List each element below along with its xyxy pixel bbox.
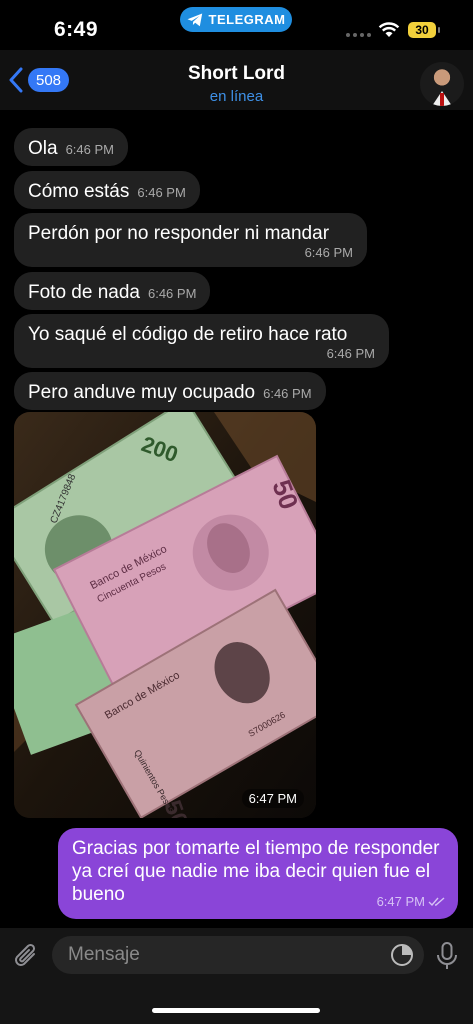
- double-check-icon: [428, 896, 445, 906]
- status-time: 6:49: [54, 18, 99, 41]
- telegram-icon: [187, 13, 202, 26]
- message-time: 6:46 PM: [304, 245, 353, 260]
- message-text: Pero anduve muy ocupado: [28, 382, 256, 403]
- incoming-message[interactable]: Cómo estás 6:46 PM: [14, 171, 200, 209]
- message-time: 6:47 PM: [376, 894, 425, 909]
- message-time: 6:46 PM: [147, 286, 197, 301]
- outgoing-message[interactable]: Gracias por tomarte el tiempo de respond…: [58, 828, 458, 919]
- message-text: Yo saqué el código de retiro hace rato: [28, 324, 348, 345]
- message-status: 6:47 PM: [377, 890, 446, 913]
- incoming-message[interactable]: Yo saqué el código de retiro hace rato 6…: [14, 314, 389, 368]
- paperclip-icon[interactable]: [12, 942, 40, 972]
- message-time: 6:46 PM: [137, 185, 186, 200]
- status-bar: 6:49 TELEGRAM 30: [0, 0, 473, 50]
- telegram-pill-label: TELEGRAM: [208, 12, 286, 27]
- chat-header: 508 Short Lord en línea: [0, 50, 473, 110]
- banknotes-photo: 200 CZ4179848 Banco de México Cincuenta …: [14, 412, 316, 818]
- message-time: 6:46 PM: [65, 142, 114, 157]
- incoming-message[interactable]: Perdón por no responder ni mandar 6:46 P…: [14, 213, 367, 267]
- message-input[interactable]: [66, 943, 370, 967]
- sticker-icon[interactable]: [390, 943, 414, 967]
- photo-message[interactable]: 200 CZ4179848 Banco de México Cincuenta …: [14, 412, 316, 818]
- message-time: 6:47 PM: [241, 789, 304, 808]
- message-time: 6:46 PM: [263, 386, 312, 401]
- battery-tip: [438, 27, 440, 33]
- message-input-field[interactable]: [52, 936, 424, 974]
- battery-indicator: 30: [408, 22, 436, 38]
- message-text: Cómo estás: [28, 181, 130, 202]
- chat-status: en línea: [209, 88, 264, 105]
- message-time: 6:46 PM: [326, 346, 375, 361]
- wifi-icon: [378, 22, 400, 37]
- signal-dots-icon: [346, 33, 371, 37]
- message-text: Foto de nada: [28, 282, 140, 303]
- incoming-message[interactable]: Pero anduve muy ocupado 6:46 PM: [14, 372, 326, 410]
- telegram-pill[interactable]: TELEGRAM: [180, 7, 292, 32]
- home-indicator[interactable]: [152, 1008, 320, 1013]
- microphone-icon[interactable]: [436, 941, 458, 971]
- avatar-tie: [440, 93, 444, 106]
- message-text: Perdón por no responder ni mandar: [28, 223, 330, 244]
- message-text: Ola: [28, 138, 58, 159]
- chat-title[interactable]: Short Lord: [0, 63, 473, 85]
- message-list[interactable]: Ola 6:46 PM Cómo estás 6:46 PM Perdón por …: [0, 110, 473, 928]
- incoming-message[interactable]: Foto de nada 6:46 PM: [14, 272, 211, 310]
- avatar[interactable]: [420, 62, 464, 106]
- incoming-message[interactable]: Ola 6:46 PM: [14, 128, 128, 166]
